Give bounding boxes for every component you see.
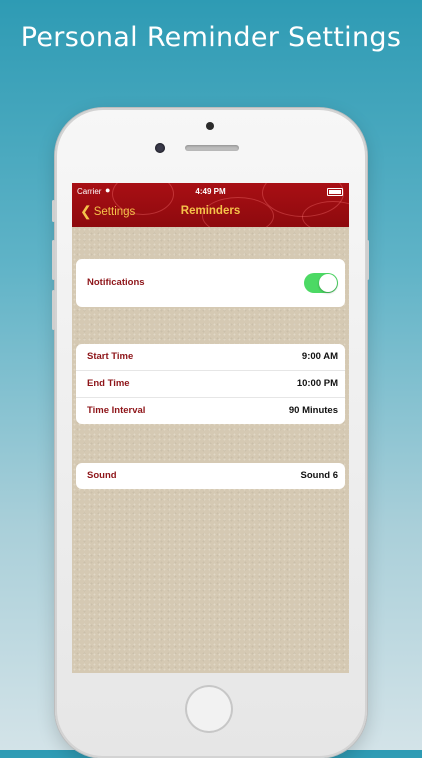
end-time-row[interactable]: End Time 10:00 PM — [76, 371, 345, 398]
time-interval-value: 90 Minutes — [288, 405, 338, 416]
home-button[interactable] — [185, 685, 233, 733]
navigation-bar: Carrier ● 4:49 PM ❮ Settings Reminders — [72, 183, 349, 227]
notifications-toggle[interactable] — [304, 273, 338, 293]
proximity-sensor — [155, 143, 165, 153]
sound-label: Sound — [87, 470, 117, 481]
start-time-label: Start Time — [87, 351, 134, 362]
toggle-knob — [319, 274, 337, 292]
phone-side-button — [52, 200, 55, 222]
phone-power-button — [366, 240, 369, 280]
phone-volume-up-button — [52, 240, 55, 280]
time-interval-label: Time Interval — [87, 405, 146, 416]
sound-card: Sound Sound 6 — [76, 463, 345, 489]
notifications-label: Notifications — [87, 277, 145, 288]
status-bar: Carrier ● 4:49 PM — [72, 183, 349, 199]
notifications-card: Notifications — [76, 259, 345, 307]
phone-screen: Carrier ● 4:49 PM ❮ Settings Reminders No… — [72, 183, 349, 673]
promo-headline: Personal Reminder Settings — [20, 22, 402, 53]
earpiece-speaker — [185, 145, 239, 151]
page-title: Reminders — [180, 205, 241, 217]
status-time: 4:49 PM — [195, 187, 226, 196]
front-camera — [206, 122, 214, 130]
time-interval-row[interactable]: Time Interval 90 Minutes — [76, 398, 345, 424]
sound-value: Sound 6 — [300, 470, 338, 481]
phone-volume-down-button — [52, 290, 55, 330]
schedule-card: Start Time 9:00 AM End Time 10:00 PM Tim… — [76, 344, 345, 424]
settings-content: Notifications Start Time 9:00 AM End Tim… — [72, 227, 349, 673]
end-time-label: End Time — [87, 378, 130, 389]
sound-row[interactable]: Sound Sound 6 — [76, 463, 345, 489]
end-time-value: 10:00 PM — [296, 378, 338, 389]
start-time-value: 9:00 AM — [301, 351, 338, 362]
start-time-row[interactable]: Start Time 9:00 AM — [76, 344, 345, 371]
battery-icon — [327, 188, 343, 196]
